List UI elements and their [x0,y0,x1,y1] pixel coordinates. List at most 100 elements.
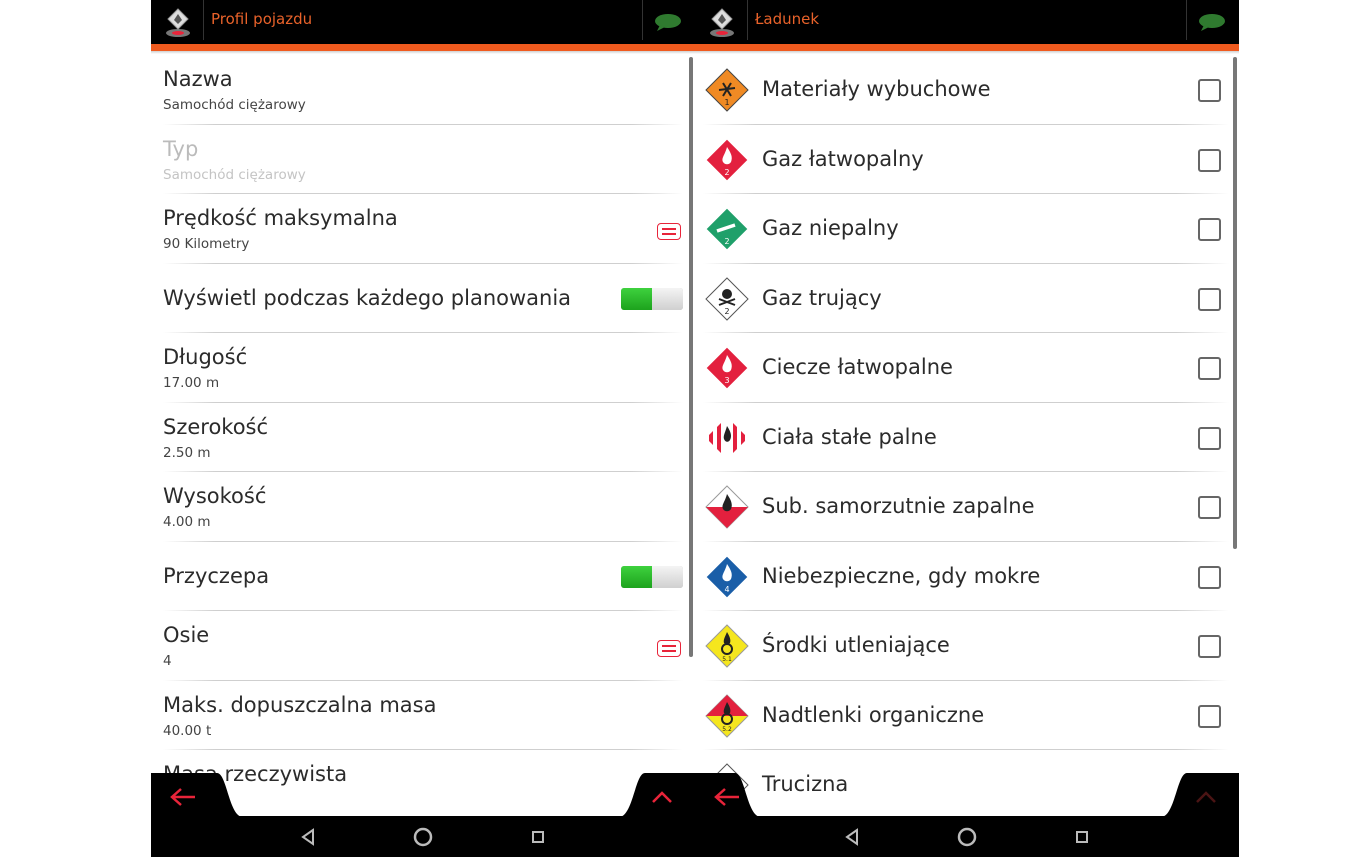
setting-value: 17.00 m [163,375,220,391]
cargo-item-flammable-liquids[interactable]: 3 Ciecze łatwopalne [695,333,1239,403]
svg-text:5.2: 5.2 [722,726,732,733]
app-logo-icon[interactable] [707,6,737,38]
system-nav-bar [151,816,695,857]
cargo-label: Gaz niepalny [762,216,899,240]
flame-hazard-icon: 2 [705,137,749,182]
setting-label: Długość [163,345,248,369]
setting-height[interactable]: Wysokość 4.00 m [151,472,695,542]
list-menu-icon[interactable] [657,223,681,240]
cargo-label: Gaz łatwopalny [762,146,924,171]
cargo-checkbox[interactable] [1198,148,1221,172]
setting-value: Samochód ciężarowy [163,166,306,183]
gas-cylinder-hazard-icon: 2 [705,207,749,251]
nav-recents-icon[interactable] [525,824,551,850]
cargo-label: Ciała stałe palne [762,424,937,449]
nav-back-icon[interactable] [839,824,865,850]
nav-home-icon[interactable] [410,824,436,850]
setting-label: Maks. dopuszczalna masa [163,692,437,717]
setting-value: 2.50 m [163,444,211,461]
setting-width[interactable]: Szerokość 2.50 m [151,403,695,472]
cargo-checkbox[interactable] [1198,357,1221,380]
setting-value: 90 Kilometry [163,236,250,252]
setting-display-each-planning[interactable]: Wyświetl podczas każdego planowania [151,264,695,333]
setting-max-gross-weight[interactable]: Maks. dopuszczalna masa 40.00 t [151,681,695,750]
cargo-label: Środki utleniające [762,633,950,657]
setting-value: Samochód ciężarowy [163,97,306,113]
cargo-checkbox[interactable] [1198,704,1221,728]
setting-trailer[interactable]: Przyczepa [151,542,695,611]
cargo-checkbox[interactable] [1198,426,1221,450]
setting-name[interactable]: Nazwa Samochód ciężarowy [151,55,695,125]
svg-text:5.1: 5.1 [722,656,732,663]
setting-label: Wyświetl podczas każdego planowania [163,285,572,310]
nav-back-icon[interactable] [295,824,321,850]
setting-label: Wysokość [163,484,267,508]
screen-title: Ładunek [755,10,820,28]
arrow-left-icon[interactable] [169,787,197,807]
explosive-hazard-icon: 1 [705,68,749,112]
svg-text:3: 3 [724,376,729,385]
scrollbar[interactable] [1233,57,1237,549]
flame-hazard-icon: 3 [705,346,749,390]
flame-hazard-icon: 4 [705,554,749,599]
nav-recents-icon[interactable] [1069,824,1095,850]
accent-bar [695,44,1239,54]
setting-label: Szerokość [163,414,269,439]
cargo-checkbox[interactable] [1198,287,1221,311]
display-each-planning-toggle[interactable] [621,287,683,310]
settings-list: Nazwa Samochód ciężarowy Typ Samochód ci… [151,55,695,820]
cargo-checkbox[interactable] [1198,565,1221,589]
cargo-checkbox[interactable] [1198,635,1221,658]
setting-max-speed[interactable]: Prędkość maksymalna 90 Kilometry [151,194,695,264]
cargo-item-spontaneously-combustible[interactable]: Sub. samorzutnie zapalne [695,472,1239,542]
arrow-left-icon[interactable] [713,787,741,807]
app-logo-icon[interactable] [163,6,193,38]
setting-type: Typ Samochód ciężarowy [151,125,695,194]
svg-text:1: 1 [724,98,729,107]
cargo-item-dangerous-when-wet[interactable]: 4 Niebezpieczne, gdy mokre [695,542,1239,611]
flame-hazard-icon [705,485,749,529]
setting-label: Nazwa [163,67,233,91]
cargo-item-flammable-gas[interactable]: 2 Gaz łatwopalny [695,125,1239,194]
nav-home-icon[interactable] [954,824,980,850]
scrollbar[interactable] [689,57,693,657]
cargo-screen: Ładunek 1 Materiały wybuchowe 2 Gaz łatw… [695,0,1239,857]
screen-title: Profil pojazdu [211,10,313,28]
cargo-item-organic-peroxides[interactable]: 5.2 Nadtlenki organiczne [695,681,1239,750]
svg-text:2: 2 [724,237,729,246]
oxidizer-hazard-icon: 5.1 [705,624,749,668]
cargo-label: Sub. samorzutnie zapalne [762,494,1035,518]
trailer-toggle[interactable] [621,565,683,588]
cargo-item-toxic-gas[interactable]: 2 Gaz trujący [695,264,1239,333]
speech-bubble-icon[interactable] [1197,12,1227,32]
cargo-item-flammable-solids[interactable]: Ciała stałe palne [695,403,1239,472]
cargo-list: 1 Materiały wybuchowe 2 Gaz łatwopalny 2 [695,55,1239,820]
chevron-up-icon[interactable] [650,789,674,805]
cargo-item-oxidizers[interactable]: 5.1 Środki utleniające [695,611,1239,681]
setting-length[interactable]: Długość 17.00 m [151,333,695,403]
cargo-label: Gaz trujący [762,285,882,310]
cargo-label: Ciecze łatwopalne [762,355,953,379]
setting-value: 40.00 t [163,722,212,739]
striped-flame-hazard-icon [706,416,748,459]
setting-label: Typ [163,136,199,161]
list-menu-icon[interactable] [657,640,681,657]
cargo-item-non-flammable-gas[interactable]: 2 Gaz niepalny [695,194,1239,264]
setting-label: Prędkość maksymalna [163,206,398,230]
cargo-item-explosives[interactable]: 1 Materiały wybuchowe [695,55,1239,125]
setting-axles[interactable]: Osie 4 [151,611,695,681]
cargo-label: Materiały wybuchowe [762,77,991,101]
svg-text:2: 2 [724,307,729,316]
cargo-label: Niebezpieczne, gdy mokre [762,563,1041,588]
peroxide-hazard-icon: 5.2 [705,693,749,738]
accent-bar [151,44,695,54]
chevron-up-icon[interactable] [1194,789,1218,805]
cargo-checkbox[interactable] [1198,496,1221,519]
svg-text:4: 4 [724,585,729,594]
cargo-checkbox[interactable] [1198,218,1221,241]
speech-bubble-icon[interactable] [653,12,683,32]
vehicle-profile-screen: Profil pojazdu Nazwa Samochód ciężarowy … [151,0,695,857]
cargo-checkbox[interactable] [1198,79,1221,102]
setting-value: 4.00 m [163,514,211,530]
svg-text:2: 2 [724,168,729,177]
